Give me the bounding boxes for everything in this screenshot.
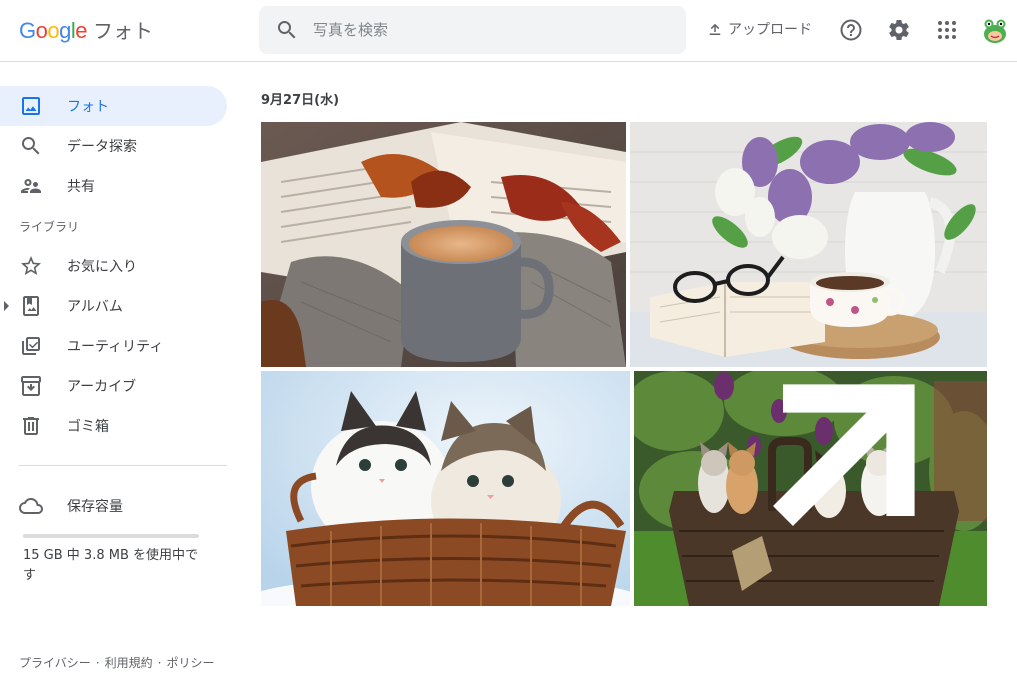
sidebar-item-utilities[interactable]: ユーティリティ	[0, 326, 227, 366]
library-section-label: ライブラリ	[19, 220, 80, 234]
sidebar-item-label: データ探索	[67, 139, 137, 155]
sidebar: フォト データ探索 共有 ライブラリ お気に入り アルバム ユーティリティ アー…	[0, 62, 240, 680]
sidebar-item-label: フォト	[67, 99, 109, 115]
apps-button[interactable]	[934, 17, 960, 43]
sidebar-item-storage[interactable]: 保存容量	[0, 486, 227, 526]
help-icon	[840, 19, 862, 41]
sidebar-item-label: お気に入り	[67, 259, 137, 275]
album-icon	[23, 296, 39, 316]
upload-label: アップロード	[728, 22, 812, 38]
upload-icon	[709, 23, 721, 35]
sidebar-item-archive[interactable]: アーカイブ	[0, 366, 227, 406]
sidebar-item-albums[interactable]: アルバム	[0, 286, 227, 326]
checklist-icon	[22, 337, 40, 355]
app-header: Google フォト アップロード	[0, 0, 1017, 62]
privacy-link[interactable]: プライバシー	[19, 656, 91, 670]
upload-button[interactable]: アップロード	[706, 16, 812, 42]
sidebar-item-sharing[interactable]: 共有	[0, 166, 227, 206]
terms-link[interactable]: 利用規約	[105, 656, 153, 670]
sidebar-item-label: ユーティリティ	[67, 339, 164, 355]
search-bar[interactable]	[259, 6, 686, 54]
google-photos-logo[interactable]: Google フォト	[19, 15, 153, 43]
footer-separator: ·	[157, 656, 162, 670]
sidebar-item-explore[interactable]: データ探索	[0, 126, 227, 166]
policy-link[interactable]: ポリシー	[166, 656, 214, 670]
storage-usage-text: 15 GB 中 3.8 MB を使用中です	[23, 548, 199, 583]
search-icon[interactable]	[275, 18, 299, 42]
cloud-icon	[19, 498, 43, 514]
sidebar-divider	[19, 465, 227, 466]
sidebar-item-label: 保存容量	[67, 499, 123, 515]
expand-icon[interactable]	[634, 375, 983, 606]
sidebar-item-trash[interactable]: ゴミ箱	[0, 406, 227, 446]
star-icon	[21, 256, 41, 275]
sidebar-item-photos[interactable]: フォト	[0, 86, 227, 126]
photo-icon	[22, 97, 40, 115]
photo-thumbnail[interactable]	[634, 371, 987, 606]
footer-separator: ·	[95, 656, 100, 670]
sidebar-item-label: アルバム	[67, 299, 123, 315]
sidebar-item-label: 共有	[67, 179, 95, 195]
expand-arrow-icon[interactable]	[4, 301, 9, 311]
autumn-coffee-photo	[261, 122, 626, 367]
gear-icon	[889, 19, 909, 40]
trash-icon	[23, 417, 39, 435]
date-group-header: 9月27日(水)	[261, 93, 340, 108]
photo-thumbnail[interactable]	[630, 122, 987, 367]
account-avatar[interactable]	[981, 17, 1009, 45]
search-icon	[22, 137, 40, 155]
archive-icon	[21, 376, 41, 396]
storage-progress-bar	[23, 534, 199, 538]
photo-thumbnail[interactable]	[261, 371, 630, 606]
help-button[interactable]	[838, 17, 864, 43]
settings-button[interactable]	[886, 17, 912, 43]
google-wordmark: Google	[19, 18, 88, 43]
sidebar-item-label: アーカイブ	[67, 379, 137, 395]
photo-thumbnail[interactable]	[261, 122, 626, 367]
kittens-basket-photo	[261, 371, 630, 606]
sidebar-item-label: ゴミ箱	[67, 419, 109, 435]
apps-grid-icon	[938, 21, 956, 39]
frog-avatar-icon	[981, 17, 1009, 45]
lilac-tea-photo	[630, 122, 987, 367]
search-input[interactable]	[313, 21, 653, 39]
product-name: フォト	[93, 19, 154, 43]
people-icon	[21, 179, 41, 193]
footer-links: プライバシー · 利用規約 · ポリシー	[19, 654, 214, 671]
sidebar-item-favorites[interactable]: お気に入り	[0, 246, 227, 286]
